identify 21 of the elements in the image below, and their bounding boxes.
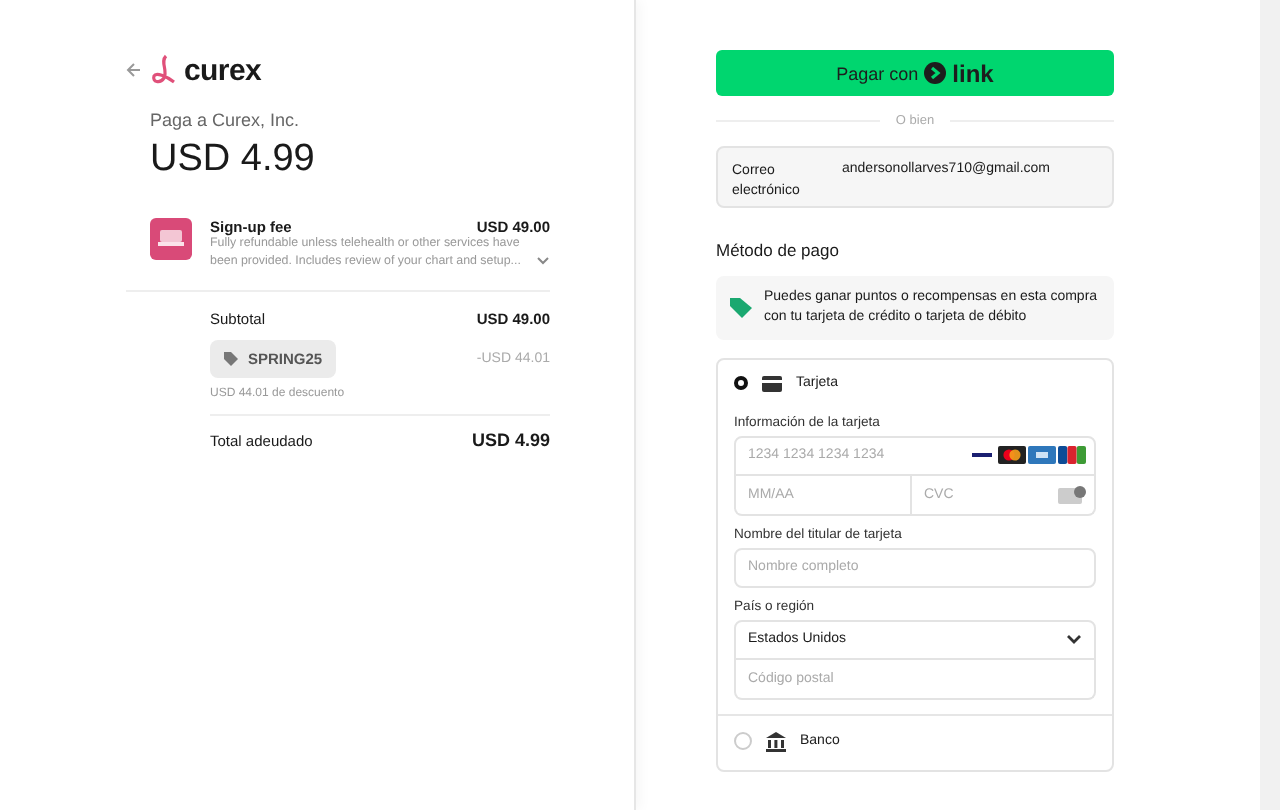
pay-with-link-button[interactable]: Pagar con link: [716, 50, 1114, 96]
amount-text: USD 4.99: [148, 138, 317, 182]
total-value: USD 4.99: [471, 430, 550, 451]
credit-card-icon: [762, 375, 782, 392]
bank-icon: [766, 731, 786, 752]
product-image-icon: [150, 218, 192, 260]
back-arrow-icon[interactable]: [126, 62, 142, 78]
chevron-down-icon[interactable]: [536, 256, 550, 267]
jcb-card-icon: [1058, 446, 1086, 465]
mastercard-icon: [998, 446, 1026, 465]
radio-button[interactable]: [734, 376, 748, 391]
payment-method-heading: Método de pago: [716, 240, 841, 260]
logo-icon: [150, 54, 178, 86]
chevron-down-icon: [1066, 634, 1082, 645]
cvc-card-icon: [1058, 485, 1086, 504]
link-logo-icon: [924, 62, 947, 84]
pay-to-text: Paga a Curex, Inc.: [148, 110, 302, 130]
amex-card-icon: [1028, 446, 1056, 465]
brand-name: curex: [184, 53, 262, 87]
tag-icon: [224, 352, 238, 367]
tag-icon: [730, 296, 752, 319]
